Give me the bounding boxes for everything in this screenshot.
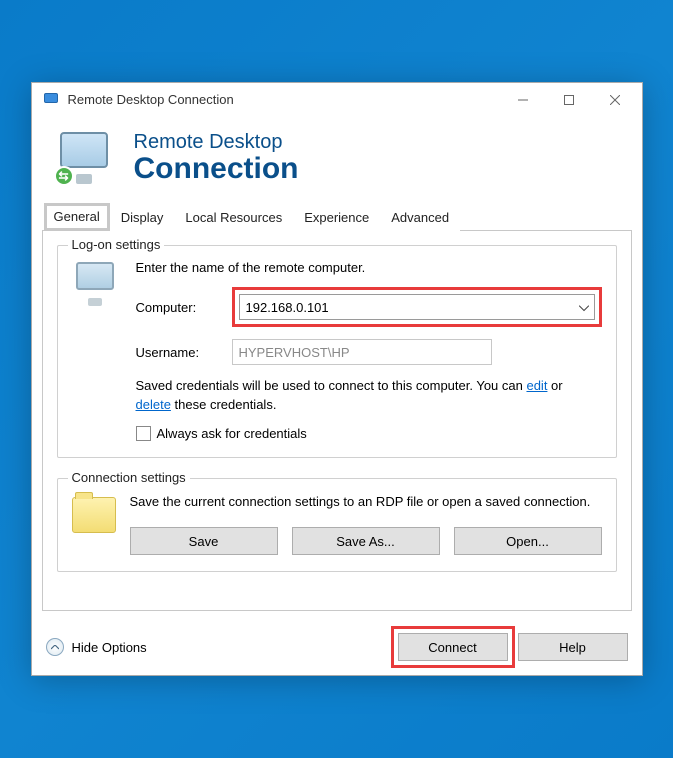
delete-credentials-link[interactable]: delete <box>136 397 171 412</box>
group-logon-settings: Log-on settings Enter the name of the re… <box>57 245 617 457</box>
folder-icon <box>72 497 116 533</box>
computer-input[interactable] <box>239 294 595 320</box>
hide-options-label: Hide Options <box>72 640 147 655</box>
header-text: Remote Desktop Connection <box>134 131 299 185</box>
tab-experience[interactable]: Experience <box>293 203 380 231</box>
label-computer: Computer: <box>136 300 222 315</box>
connect-button[interactable]: Connect <box>398 633 508 661</box>
legend-connection: Connection settings <box>68 470 190 485</box>
header-line2: Connection <box>134 153 299 185</box>
window-title: Remote Desktop Connection <box>68 92 500 107</box>
header: ⇆ Remote Desktop Connection <box>32 117 642 203</box>
close-button[interactable] <box>592 84 638 116</box>
always-ask-label: Always ask for credentials <box>157 426 307 441</box>
tab-bar: General Display Local Resources Experien… <box>42 202 632 231</box>
always-ask-checkbox[interactable] <box>136 426 151 441</box>
computer-field-highlight <box>232 287 602 327</box>
footer: Hide Options Connect Help <box>32 621 642 675</box>
group-connection-settings: Connection settings Save the current con… <box>57 478 617 572</box>
saved-credentials-text: Saved credentials will be used to connec… <box>136 377 602 413</box>
connection-text: Save the current connection settings to … <box>130 493 602 511</box>
label-username: Username: <box>136 345 222 360</box>
open-button[interactable]: Open... <box>454 527 602 555</box>
titlebar: Remote Desktop Connection <box>32 83 642 117</box>
logon-instruction: Enter the name of the remote computer. <box>136 260 602 275</box>
tab-advanced[interactable]: Advanced <box>380 203 460 231</box>
tab-content-general: Log-on settings Enter the name of the re… <box>42 231 632 611</box>
minimize-button[interactable] <box>500 84 546 116</box>
rdc-logo-icon: ⇆ <box>56 132 116 184</box>
always-ask-row[interactable]: Always ask for credentials <box>136 426 602 441</box>
app-icon <box>42 91 60 109</box>
chevron-up-icon <box>46 638 64 656</box>
hide-options-toggle[interactable]: Hide Options <box>46 638 147 656</box>
edit-credentials-link[interactable]: edit <box>526 378 547 393</box>
legend-logon: Log-on settings <box>68 237 165 252</box>
header-line1: Remote Desktop <box>134 131 299 153</box>
save-button[interactable]: Save <box>130 527 278 555</box>
tab-display[interactable]: Display <box>110 203 175 231</box>
save-as-button[interactable]: Save As... <box>292 527 440 555</box>
username-input[interactable] <box>232 339 492 365</box>
help-button[interactable]: Help <box>518 633 628 661</box>
computer-icon <box>72 260 122 306</box>
rdc-window: Remote Desktop Connection ⇆ Remote Deskt… <box>31 82 643 676</box>
tab-general[interactable]: General <box>44 203 110 231</box>
tab-local-resources[interactable]: Local Resources <box>174 203 293 231</box>
maximize-button[interactable] <box>546 84 592 116</box>
